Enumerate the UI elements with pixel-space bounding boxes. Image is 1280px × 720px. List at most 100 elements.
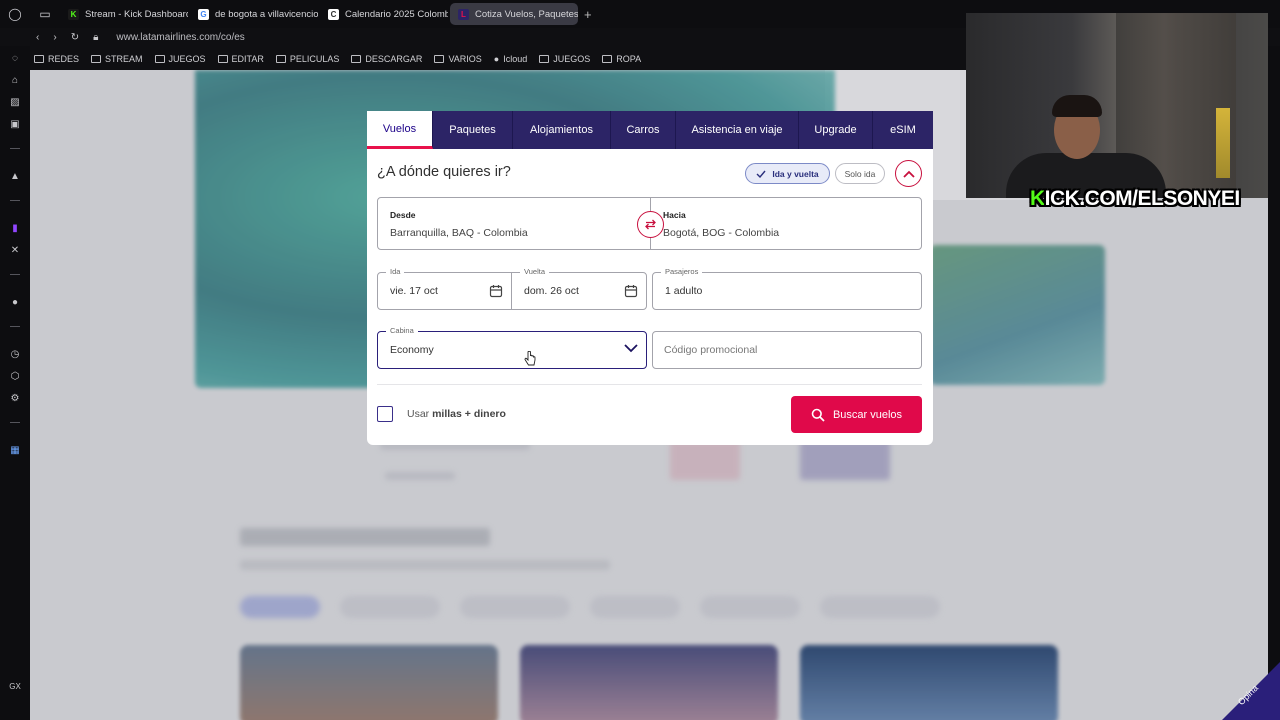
url-field[interactable]: www.latamairlines.com/co/es xyxy=(116,32,244,43)
origin-label: Desde xyxy=(390,210,416,220)
sidebar-divider xyxy=(10,326,20,327)
opera-menu-icon[interactable]: ◯ xyxy=(0,0,30,28)
collapse-button[interactable] xyxy=(895,160,922,187)
roundtrip-toggle[interactable]: Ida y vuelta xyxy=(745,163,830,184)
screen: ◯ ▭ K Stream - Kick Dashboard G de bogot… xyxy=(0,0,1280,720)
destination-field[interactable]: Hacia Bogotá, BOG - Colombia xyxy=(651,198,921,249)
messenger-icon[interactable]: ▣ xyxy=(9,118,21,130)
extensions-icon[interactable]: ⬡ xyxy=(9,370,21,382)
blurred-filter-pill xyxy=(820,596,940,618)
return-value: dom. 26 oct xyxy=(524,285,579,297)
forward-arrow-icon[interactable]: › xyxy=(53,32,56,43)
sidebar-divider xyxy=(10,274,20,275)
back-arrow-icon[interactable]: ‹ xyxy=(36,32,39,43)
settings-gear-icon[interactable]: ⚙ xyxy=(9,392,21,404)
tab-vuelos[interactable]: Vuelos xyxy=(367,111,433,149)
roundtrip-label: Ida y vuelta xyxy=(772,168,819,179)
blurred-filter-pill xyxy=(700,596,800,618)
bookmark-folder[interactable]: STREAM xyxy=(91,54,143,64)
promo-code-input[interactable]: Código promocional xyxy=(652,331,922,369)
calendar-icon xyxy=(489,285,503,298)
oneway-toggle[interactable]: Solo ida xyxy=(835,163,885,184)
bookmark-folder[interactable]: ROPA xyxy=(602,54,641,64)
origin-field[interactable]: Desde Barranquilla, BAQ - Colombia xyxy=(378,198,650,249)
app-icon[interactable]: ▦ xyxy=(9,444,21,456)
swap-route-button[interactable] xyxy=(637,211,664,238)
tab-esim[interactable]: eSIM xyxy=(873,111,933,149)
folder-icon xyxy=(91,55,102,63)
depart-date-field[interactable]: Ida vie. 17 oct xyxy=(377,267,512,310)
latam-favicon-icon: L xyxy=(458,8,469,20)
gx-label[interactable]: GX xyxy=(9,680,21,692)
miles-checkbox[interactable] xyxy=(377,406,393,422)
browser-tab[interactable]: C Calendario 2025 Colomb xyxy=(320,3,448,25)
browser-tab-active[interactable]: L Cotiza Vuelos, Paquetes, ✕ xyxy=(450,3,578,25)
blurred-logo xyxy=(670,440,740,480)
x-twitter-icon[interactable]: ✕ xyxy=(9,244,21,256)
bookmark-label: EDITAR xyxy=(231,54,264,64)
bookmark-label: ROPA xyxy=(616,54,642,64)
spotify-icon[interactable]: ● xyxy=(9,296,21,308)
bookmark-folder[interactable]: EDITAR xyxy=(217,54,264,64)
bookmark-folder[interactable]: REDES xyxy=(34,54,79,64)
blurred-destination-photo xyxy=(520,645,778,720)
folder-icon xyxy=(34,55,44,63)
webcam-overlay xyxy=(966,13,1268,198)
tab-asistencia[interactable]: Asistencia en viaje xyxy=(676,111,799,149)
destination-value: Bogotá, BOG - Colombia xyxy=(663,227,780,239)
tab-islands-icon[interactable]: ▭ xyxy=(30,0,60,28)
webcam-object xyxy=(1216,108,1230,178)
tab-title: Cotiza Vuelos, Paquetes, xyxy=(475,8,578,20)
wallet-icon[interactable]: ▨ xyxy=(9,96,21,108)
tab-paquetes[interactable]: Paquetes xyxy=(433,111,513,149)
blurred-filter-pill xyxy=(460,596,570,618)
browser-sidebar: ◌ ⌂ ▨ ▣ ▲ ▮ ✕ ● ◷ ⬡ ⚙ ▦ GX xyxy=(0,46,30,720)
route-selector: Desde Barranquilla, BAQ - Colombia Hacia… xyxy=(377,197,922,250)
folder-icon xyxy=(351,55,362,63)
cabin-select[interactable]: Cabina Economy xyxy=(377,326,647,369)
kick-channel-watermark: KICK.COM/ELSONYEI xyxy=(1030,187,1240,211)
ai-icon[interactable]: ◌ xyxy=(9,52,21,64)
return-date-field[interactable]: Vuelta dom. 26 oct xyxy=(511,267,647,310)
google-favicon-icon: G xyxy=(198,8,209,20)
bookmark-label: Icloud xyxy=(503,54,528,64)
tab-upgrade[interactable]: Upgrade xyxy=(799,111,873,149)
panel-divider xyxy=(377,384,922,385)
kick-k: K xyxy=(1030,187,1045,210)
bookmark-folder[interactable]: JUEGOS xyxy=(539,54,590,64)
destination-label: Hacia xyxy=(663,210,686,220)
bookmark-label: REDES xyxy=(48,54,80,64)
bookmark-folder[interactable]: DESCARGAR xyxy=(351,54,422,64)
new-tab-plus-icon[interactable]: + xyxy=(584,7,592,22)
search-flights-button[interactable]: Buscar vuelos xyxy=(791,396,922,433)
lock-icon: 🔒︎ xyxy=(93,31,99,43)
tab-alojamientos[interactable]: Alojamientos xyxy=(513,111,611,149)
bookmark-folder[interactable]: JUEGOS xyxy=(154,54,206,64)
bookmark-folder[interactable]: VARIOS xyxy=(434,54,482,64)
blurred-filter-pill xyxy=(590,596,680,618)
blurred-section-title xyxy=(240,528,490,546)
bookmark-icloud[interactable]: ● Icloud xyxy=(494,54,527,64)
browser-tab[interactable]: K Stream - Kick Dashboard xyxy=(60,3,188,25)
twitch-icon[interactable]: ▮ xyxy=(9,222,21,234)
history-icon[interactable]: ◷ xyxy=(9,348,21,360)
swap-arrows-icon xyxy=(645,219,656,230)
passengers-field[interactable]: Pasajeros 1 adulto xyxy=(652,267,922,310)
miles-checkbox-label: Usar millas + dinero xyxy=(407,408,506,420)
tab-title: de bogota a villavicencio xyxy=(215,8,318,20)
sidebar-divider xyxy=(10,200,20,201)
shopping-icon[interactable]: ⌂ xyxy=(9,74,21,86)
aria-icon[interactable]: ▲ xyxy=(9,170,21,182)
passengers-value: 1 adulto xyxy=(665,285,703,297)
bookmark-label: STREAM xyxy=(105,54,143,64)
return-label: Vuelta xyxy=(520,267,549,276)
browser-tab[interactable]: G de bogota a villavicencio xyxy=(190,3,318,25)
blurred-badge xyxy=(800,440,890,480)
tab-carros[interactable]: Carros xyxy=(611,111,676,149)
right-edge-bar xyxy=(1268,46,1280,720)
bookmark-folder[interactable]: PELICULAS xyxy=(275,54,339,64)
reload-icon[interactable]: ↻ xyxy=(71,32,79,43)
chevron-down-icon xyxy=(624,344,638,353)
hand-cursor-icon xyxy=(524,351,536,366)
depart-label: Ida xyxy=(386,267,405,276)
